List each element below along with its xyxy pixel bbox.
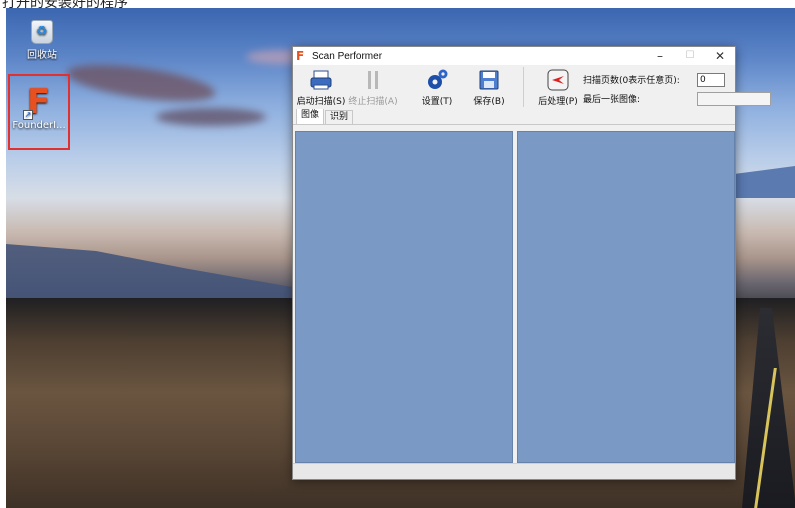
preview-panels (295, 131, 735, 463)
scanner-icon (309, 68, 333, 92)
recycle-bin-icon (31, 20, 53, 44)
start-scan-button[interactable]: 启动扫描(S) (295, 65, 347, 109)
cloud (156, 108, 266, 126)
status-bar (293, 463, 735, 479)
minimize-button[interactable]: – (645, 47, 675, 65)
last-image-field (697, 91, 771, 106)
cloud (64, 57, 218, 109)
left-image-panel[interactable] (295, 131, 513, 463)
stop-scan-button[interactable]: 终止扫描(A) (347, 65, 399, 109)
scan-performer-window: F Scan Performer – ☐ ✕ 启动扫描(S) 终止扫描(A) 设… (292, 46, 771, 480)
gear-icon (425, 68, 449, 92)
pause-icon (361, 68, 385, 92)
desktop-icon-founder[interactable]: F ↗ FounderI... (8, 74, 70, 150)
tab-image[interactable]: 图像 (296, 108, 325, 124)
desktop-icon-recycle-bin[interactable]: 回收站 (14, 20, 70, 61)
save-button[interactable]: 保存(B) (463, 65, 515, 109)
title-bar[interactable]: F Scan Performer – ☐ ✕ (293, 47, 735, 65)
close-button[interactable]: ✕ (705, 47, 735, 65)
page-count-input[interactable]: 0 (697, 72, 725, 87)
page-count-label: 扫描页数(0表示任意页): (583, 76, 680, 86)
founder-app-icon: F ↗ (23, 82, 51, 122)
desktop-icon-label: 回收站 (27, 50, 57, 61)
post-process-button[interactable]: 后处理(P) (532, 65, 584, 109)
toolbar-separator (523, 67, 524, 107)
tab-bar: 图像 识别 (293, 108, 735, 125)
page-caption: 打开的安装好的程序 (2, 0, 128, 8)
post-process-icon (546, 68, 570, 92)
scan-fields: 扫描页数(0表示任意页): 0 最后一张图像: (583, 71, 771, 109)
right-image-panel[interactable] (517, 131, 735, 463)
maximize-button[interactable]: ☐ (675, 47, 705, 65)
mountain (734, 166, 795, 198)
window-title: Scan Performer (312, 50, 383, 62)
mountain (6, 244, 306, 300)
floppy-disk-icon (477, 68, 501, 92)
founder-app-icon: F (296, 49, 305, 63)
shortcut-arrow-icon: ↗ (23, 110, 33, 120)
toolbar: 启动扫描(S) 终止扫描(A) 设置(T) 保存(B) 后处理(P) 扫描页数(… (293, 65, 771, 109)
settings-button[interactable]: 设置(T) (411, 65, 463, 109)
last-image-label: 最后一张图像: (583, 95, 641, 105)
tab-recognition[interactable]: 识别 (325, 110, 354, 124)
